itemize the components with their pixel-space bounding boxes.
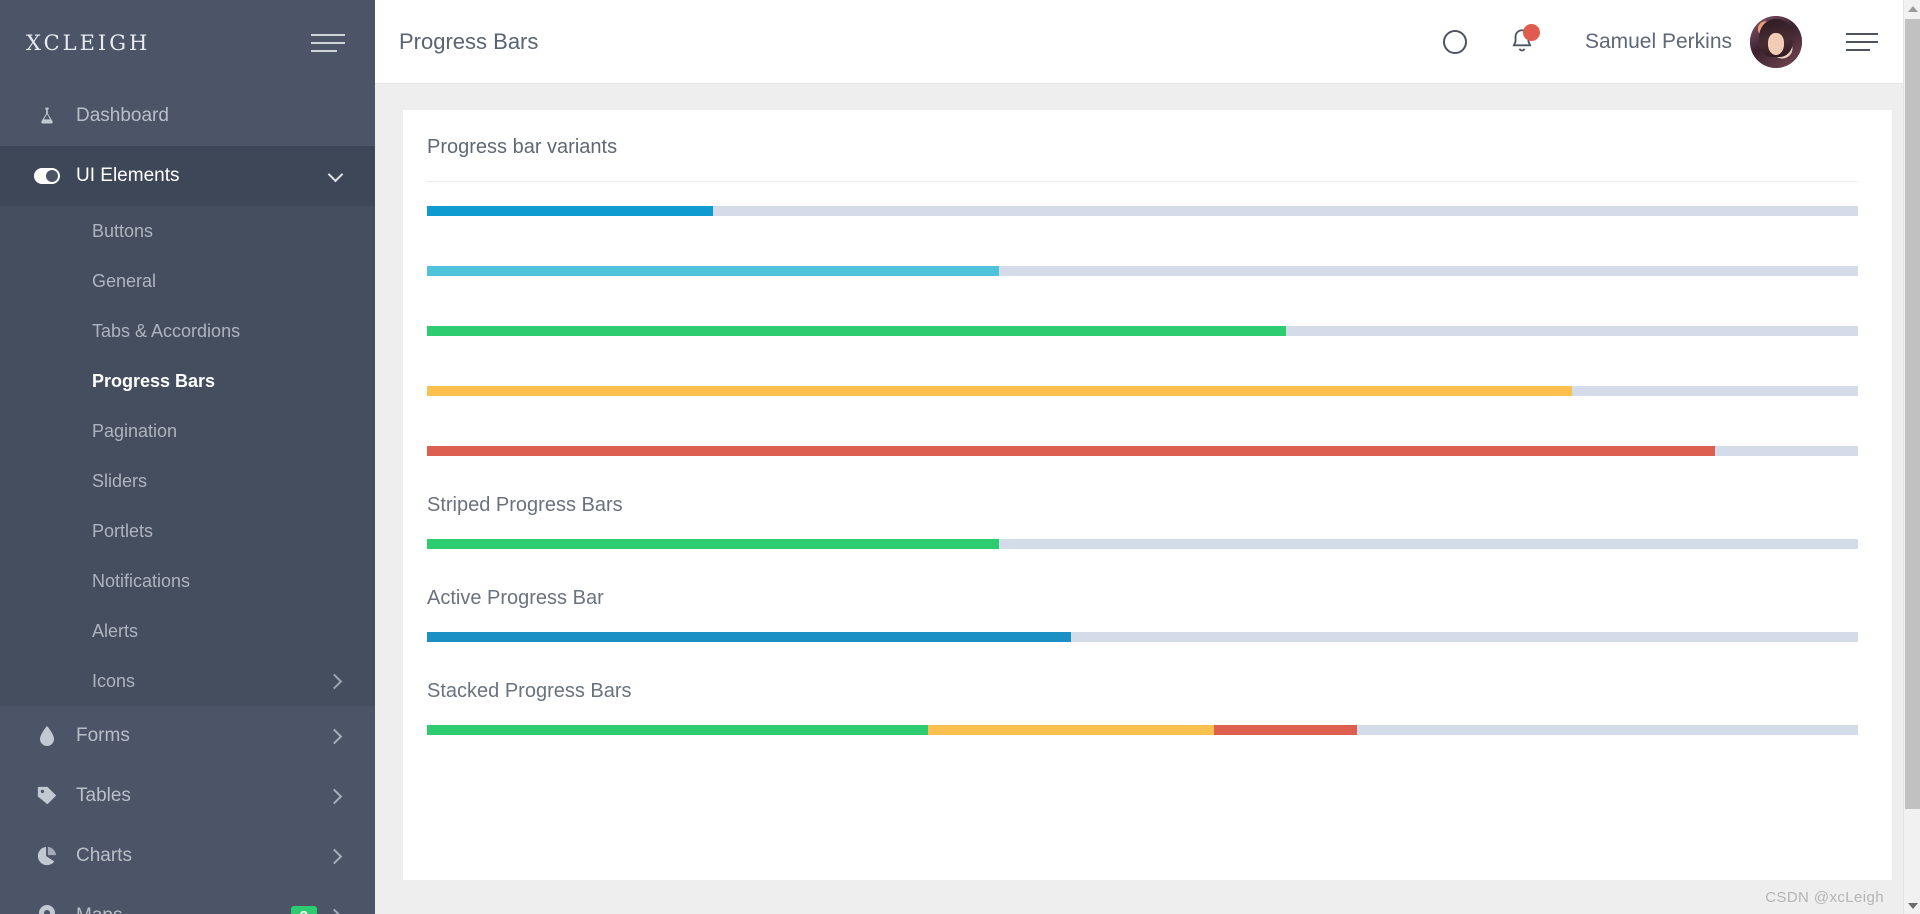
chevron-right-icon [329, 788, 345, 804]
chevron-right-icon [329, 848, 345, 864]
progress-fill [427, 386, 1572, 396]
stacked-segment-danger [1214, 725, 1358, 735]
scrollbar-thumb[interactable] [1905, 19, 1920, 809]
progress-bar-info[interactable] [427, 266, 1858, 276]
sidebar-item-label: Tables [76, 785, 131, 806]
sidebar-item-icons[interactable]: Icons [0, 656, 375, 706]
sidebar-subitem-label: Sliders [92, 470, 148, 491]
progress-bars-card: Progress bar variants Striped Progress B… [403, 110, 1892, 880]
sidebar-item-buttons[interactable]: Buttons [0, 206, 375, 256]
sidebar-item-ui-elements[interactable]: UI Elements [0, 146, 375, 206]
notifications-button[interactable] [1509, 23, 1540, 57]
sidebar-subitem-label: Portlets [92, 520, 154, 541]
sidebar-subitem-label: Tabs & Accordions [92, 320, 241, 341]
brand-logo[interactable]: XCLEIGH [26, 31, 150, 55]
progress-fill [427, 446, 1715, 456]
user-name[interactable]: Samuel Perkins [1585, 30, 1732, 54]
sidebar-item-notifications[interactable]: Notifications [0, 556, 375, 606]
sidebar-subitem-label: Progress Bars [92, 370, 216, 391]
sidebar-item-sliders[interactable]: Sliders [0, 456, 375, 506]
sidebar-item-alerts[interactable]: Alerts [0, 606, 375, 656]
sidebar-item-tabs-accordions[interactable]: Tabs & Accordions [0, 306, 375, 356]
sidebar: XCLEIGH Dashboard UI Elements Buttons Ge… [0, 0, 375, 914]
sidebar-submenu-ui-elements: Buttons General Tabs & Accordions Progre… [0, 206, 375, 706]
toggle-icon [30, 168, 64, 184]
sidebar-item-dashboard[interactable]: Dashboard [0, 86, 375, 146]
progress-fill [427, 539, 1000, 549]
circle-search-icon[interactable] [1442, 29, 1467, 54]
scroll-down-arrow-icon[interactable] [1904, 897, 1920, 914]
notification-badge-dot [1522, 23, 1540, 41]
progress-bar-striped[interactable] [427, 539, 1858, 549]
sidebar-item-maps[interactable]: Maps 2 [0, 886, 375, 914]
chevron-right-icon [329, 673, 345, 689]
sidebar-item-label: Dashboard [76, 105, 169, 126]
progress-bar-primary[interactable] [427, 206, 1858, 216]
sidebar-item-label: Charts [76, 845, 132, 866]
card-divider [427, 181, 1858, 182]
stacked-segments [427, 725, 1858, 735]
flask-icon [30, 106, 64, 126]
sidebar-item-pagination[interactable]: Pagination [0, 406, 375, 456]
sidebar-item-progress-bars[interactable]: Progress Bars [0, 356, 375, 406]
sidebar-subitem-label: Buttons [92, 220, 154, 241]
avatar[interactable] [1750, 15, 1802, 68]
sidebar-item-charts[interactable]: Charts [0, 826, 375, 886]
progress-bar-stacked[interactable] [427, 725, 1858, 735]
progress-bar-danger[interactable] [427, 446, 1858, 456]
app-root: XCLEIGH Dashboard UI Elements Buttons Ge… [0, 0, 1920, 914]
content-area: Progress bar variants Striped Progress B… [375, 84, 1920, 914]
sidebar-subitem-label: General [92, 270, 157, 291]
progress-fill [427, 266, 1000, 276]
active-section-title: Active Progress Bar [427, 587, 604, 609]
sidebar-subitem-label: Alerts [92, 620, 139, 641]
stacked-section-title: Stacked Progress Bars [427, 680, 632, 702]
sidebar-item-general[interactable]: General [0, 256, 375, 306]
page-title: Progress Bars [399, 28, 539, 54]
stacked-segment-success [427, 725, 928, 735]
card-title: Progress bar variants [427, 136, 618, 158]
chevron-right-icon [329, 728, 345, 744]
striped-section-title: Striped Progress Bars [427, 494, 623, 516]
sidebar-item-label: UI Elements [76, 165, 180, 186]
progress-bar-success[interactable] [427, 326, 1858, 336]
sidebar-item-label: Forms [76, 725, 130, 746]
main-area: Progress Bars Samuel Perkins Progress ba… [375, 0, 1920, 914]
sidebar-subitem-label: Pagination [92, 420, 178, 441]
sidebar-subitem-label: Icons [92, 670, 136, 691]
topbar: Progress Bars Samuel Perkins [375, 0, 1920, 84]
sidebar-item-forms[interactable]: Forms [0, 706, 375, 766]
sidebar-item-tables[interactable]: Tables [0, 766, 375, 826]
sidebar-subitem-label: Notifications [92, 570, 191, 591]
progress-fill [427, 326, 1286, 336]
sidebar-hamburger-icon[interactable] [311, 30, 345, 56]
progress-fill [427, 632, 1071, 642]
sidebar-item-portlets[interactable]: Portlets [0, 506, 375, 556]
map-pin-icon [30, 905, 64, 914]
stacked-segment-warning [927, 725, 1215, 735]
chevron-down-icon [329, 168, 345, 184]
progress-fill [427, 206, 714, 216]
topbar-hamburger-icon[interactable] [1846, 31, 1878, 53]
chevron-right-icon [329, 908, 345, 914]
page-scrollbar[interactable] [1903, 0, 1920, 914]
sidebar-item-label: Maps [76, 905, 291, 914]
droplet-icon [30, 726, 64, 746]
progress-bar-warning[interactable] [427, 386, 1858, 396]
sidebar-brand-row: XCLEIGH [0, 0, 375, 86]
sidebar-badge-maps: 2 [290, 905, 317, 914]
scroll-up-arrow-icon[interactable] [1904, 0, 1920, 17]
progress-bar-active[interactable] [427, 632, 1858, 642]
pie-chart-icon [30, 845, 64, 867]
tag-icon [30, 785, 64, 807]
